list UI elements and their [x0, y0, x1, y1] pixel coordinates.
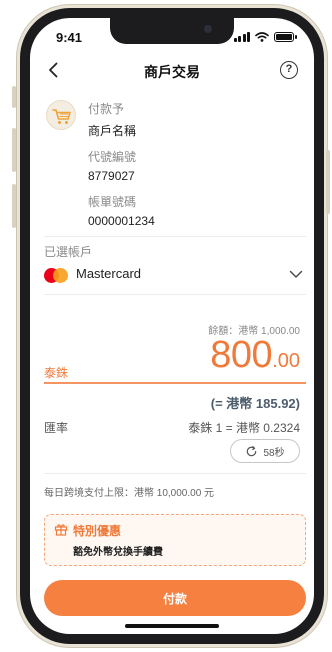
merchant-code-label: 代號編號: [88, 150, 137, 164]
special-offer-banner: 特別優惠 豁免外幣兌換手續費: [44, 514, 306, 566]
refresh-icon: [247, 445, 257, 456]
shopping-cart-icon: [46, 100, 76, 130]
payee-value: 商戶名稱: [88, 124, 137, 138]
account-selector[interactable]: Mastercard: [44, 260, 306, 290]
status-time: 9:41: [56, 30, 83, 45]
converted-amount: (= 港幣 185.92): [210, 396, 300, 411]
pay-button[interactable]: 付款: [44, 580, 306, 616]
help-icon[interactable]: ?: [280, 61, 298, 79]
offer-description: 豁免外幣兌換手續費: [73, 547, 163, 558]
page-title: 商戶交易: [144, 64, 200, 80]
divider: [44, 473, 306, 474]
gift-icon: [54, 524, 68, 536]
notch: [110, 18, 234, 44]
signal-icon: [233, 32, 250, 42]
merchant-code-value: 8779027: [88, 169, 135, 183]
amount-input[interactable]: 800.00: [210, 334, 300, 377]
divider: [44, 294, 306, 295]
app-screen: 9:41 商戶交易 ? 付款予 商戶名稱 代號編號 8779027 帳單號碼 0…: [30, 18, 314, 634]
payee-label: 付款予: [88, 102, 125, 116]
wifi-icon: [255, 32, 269, 42]
card-name: Mastercard: [76, 266, 142, 281]
volume-up-button: [12, 128, 16, 172]
power-button: [326, 150, 330, 214]
mute-switch: [12, 86, 16, 108]
nav-bar: 商戶交易 ?: [30, 56, 314, 86]
exchange-rate-label: 匯率: [44, 421, 69, 435]
battery-icon: [274, 32, 297, 42]
volume-down-button: [12, 184, 16, 228]
daily-limit-text: 每日跨境支付上限：港幣 10,000.00 元: [44, 488, 215, 499]
amount-integer: 800: [210, 334, 273, 376]
offer-title: 特別優惠: [73, 524, 122, 538]
exchange-rate-value: 泰銖 1 = 港幣 0.2324: [188, 421, 300, 435]
camera-icon: [204, 25, 212, 33]
home-indicator[interactable]: [125, 624, 219, 628]
selected-account-label: 已選帳戶: [44, 245, 93, 259]
status-icons: [233, 32, 297, 42]
amount-underline: [44, 382, 306, 384]
currency-label: 泰銖: [44, 366, 69, 380]
chevron-down-icon[interactable]: [288, 266, 304, 282]
refresh-countdown: 58秒: [263, 447, 285, 459]
bill-number-value: 0000001234: [88, 214, 155, 228]
amount-decimal: .00: [272, 350, 300, 372]
refresh-rate-button[interactable]: 58秒: [230, 439, 300, 463]
mastercard-logo-icon: [44, 268, 68, 283]
bill-number-label: 帳單號碼: [88, 195, 137, 209]
phone-mockup: 9:41 商戶交易 ? 付款予 商戶名稱 代號編號 8779027 帳單號碼 0…: [0, 0, 332, 652]
divider: [44, 236, 306, 237]
